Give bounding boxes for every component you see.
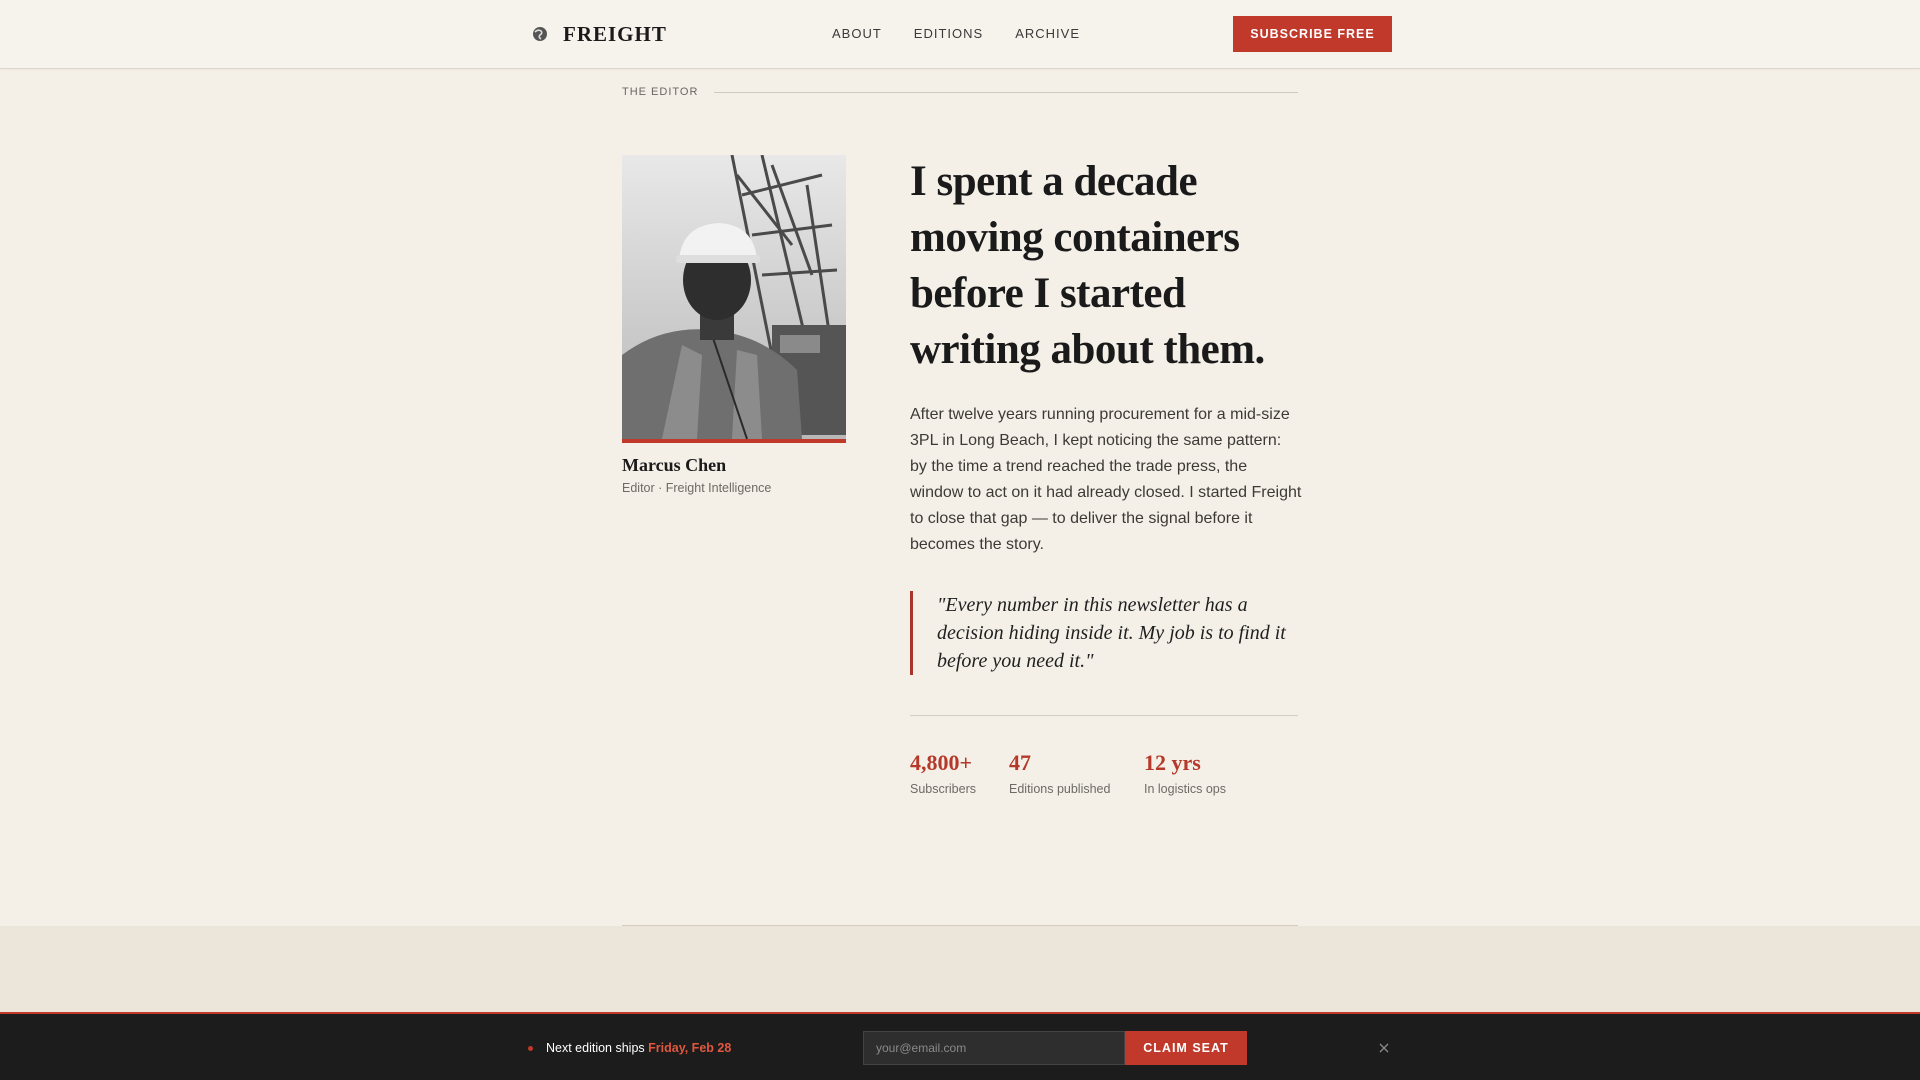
nav-editions[interactable]: EDITIONS <box>914 26 983 41</box>
stat-subscribers: 4,800+ Subscribers <box>910 750 976 796</box>
stat-experience: 12 yrs In logistics ops <box>1144 750 1226 796</box>
nav-about[interactable]: ABOUT <box>832 26 882 41</box>
lower-band <box>0 926 1920 1012</box>
editor-role: Editor · Freight Intelligence <box>622 481 772 495</box>
section-divider <box>714 91 1298 93</box>
headline-line: writing about them. <box>910 326 1265 373</box>
next-edition-date: Friday, Feb 28 <box>648 1041 732 1055</box>
live-dot-icon <box>528 1046 533 1051</box>
globe-logo-icon <box>533 27 547 41</box>
editor-bio: After twelve years running procurement f… <box>910 406 1302 553</box>
sticky-signup-bar: Next edition ships Friday, Feb 28 CLAIM … <box>0 1012 1920 1080</box>
headline-line: moving containers <box>910 214 1240 261</box>
headline: I spent a decade moving containers befor… <box>910 154 1310 378</box>
headline-line: I spent a decade <box>910 158 1198 205</box>
stats-divider <box>910 715 1298 716</box>
section-label-text: THE EDITOR <box>622 86 699 98</box>
claim-seat-button[interactable]: CLAIM SEAT <box>1125 1031 1247 1065</box>
stat-value: 4,800+ <box>910 750 973 775</box>
stat-label: Subscribers <box>910 782 976 796</box>
stat-value: 12 yrs <box>1144 750 1201 775</box>
top-navigation: FREIGHT ABOUT EDITIONS ARCHIVE SUBSCRIBE… <box>0 0 1920 69</box>
editor-portrait <box>622 155 846 443</box>
close-icon[interactable] <box>1375 1039 1393 1057</box>
pull-quote: "Every number in this newsletter has a d… <box>910 591 1298 675</box>
brand-name: FREIGHT <box>563 21 667 46</box>
editor-name: Marcus Chen <box>622 455 727 475</box>
next-edition-prefix: Next edition ships <box>546 1041 645 1055</box>
stat-label: Editions published <box>1009 782 1111 796</box>
subscribe-button[interactable]: SUBSCRIBE FREE <box>1233 16 1392 52</box>
brand[interactable]: FREIGHT <box>531 20 667 48</box>
stat-editions: 47 Editions published <box>1009 750 1110 796</box>
stat-value: 47 <box>1009 750 1031 775</box>
nav-archive[interactable]: ARCHIVE <box>1015 26 1080 41</box>
email-input[interactable] <box>863 1031 1125 1065</box>
headline-line: before I started <box>910 270 1186 317</box>
stat-label: In logistics ops <box>1144 782 1226 796</box>
main-nav: ABOUT EDITIONS ARCHIVE <box>832 26 1080 41</box>
section-label: THE EDITOR <box>622 85 1298 99</box>
next-edition-text: Next edition ships Friday, Feb 28 <box>546 1041 731 1055</box>
